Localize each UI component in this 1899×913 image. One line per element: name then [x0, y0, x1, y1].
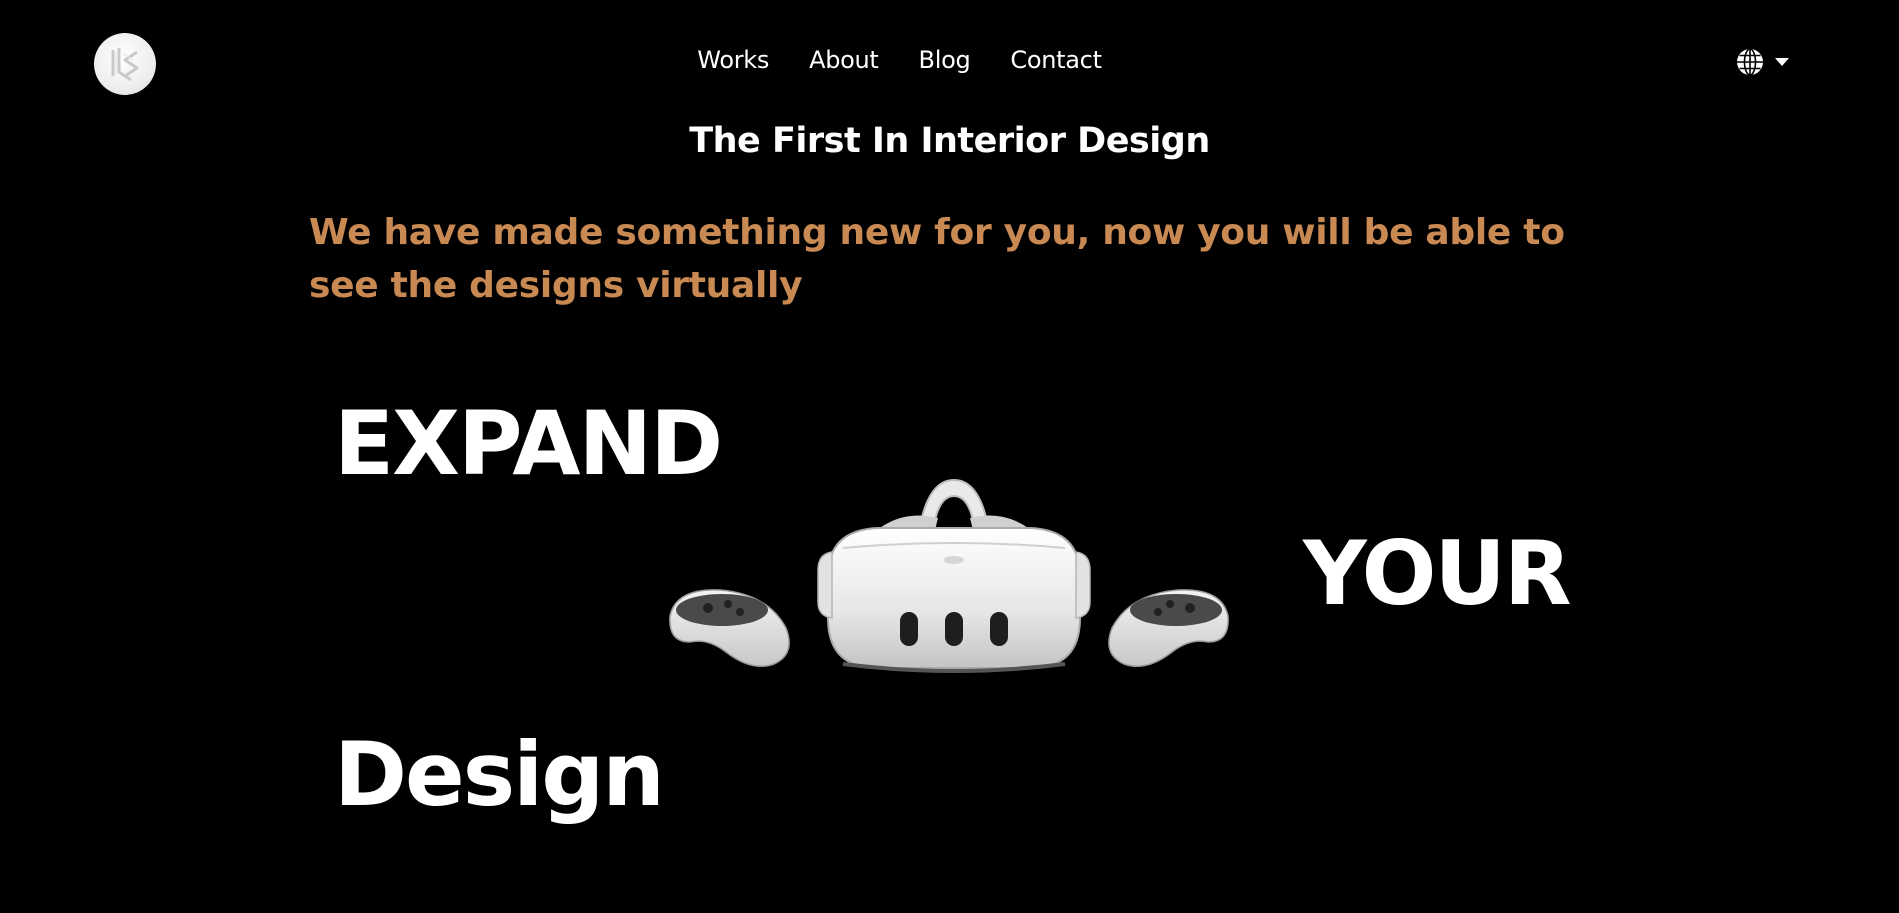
- nav-link-contact[interactable]: Contact: [990, 46, 1121, 74]
- chevron-down-icon: [1775, 58, 1789, 66]
- page: Works About Blog Contact The First In In…: [0, 0, 1899, 913]
- main-nav: Works About Blog Contact: [0, 46, 1849, 74]
- hero-word-design: Design: [334, 723, 665, 826]
- page-title: The First In Interior Design: [689, 121, 1210, 161]
- language-selector[interactable]: [1735, 47, 1789, 77]
- headset-body: [817, 527, 1091, 673]
- nav-link-about[interactable]: About: [789, 46, 898, 74]
- globe-icon: [1737, 48, 1763, 76]
- right-controller: [1108, 589, 1229, 667]
- nav-link-blog[interactable]: Blog: [899, 46, 991, 74]
- hero-subtext: We have made something new for you, now …: [309, 212, 1565, 306]
- nav-link-works[interactable]: Works: [677, 46, 789, 74]
- vr-headset-image: [669, 478, 1229, 673]
- left-controller: [669, 589, 790, 667]
- hero-word-expand: EXPAND: [334, 392, 723, 495]
- hero-word-your: YOUR: [1303, 522, 1572, 625]
